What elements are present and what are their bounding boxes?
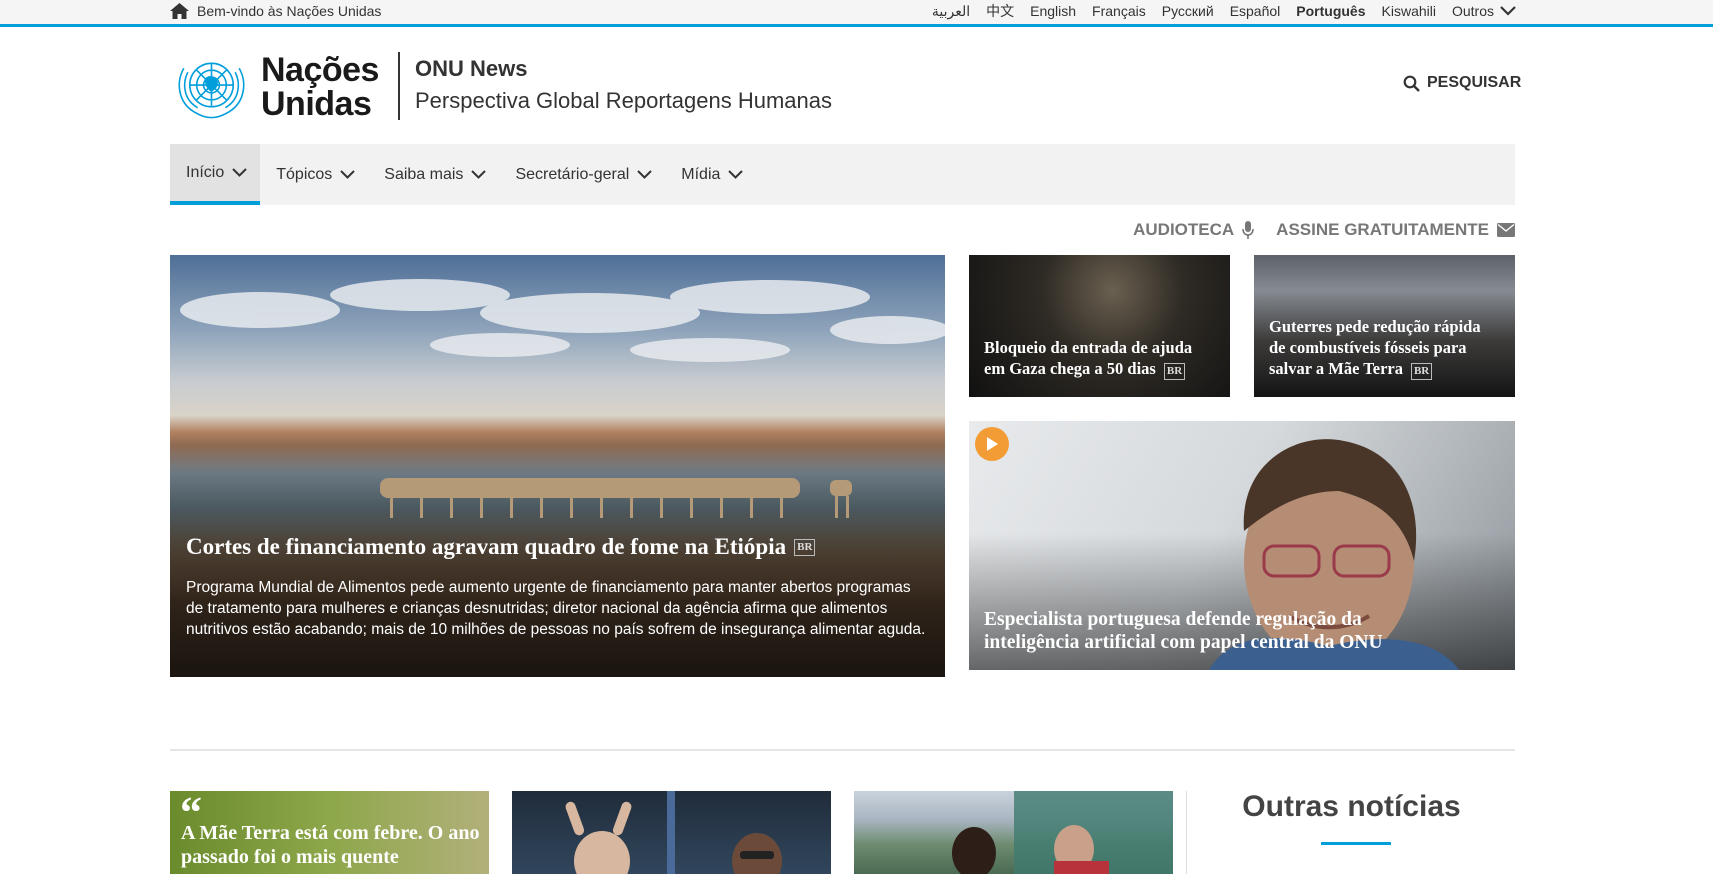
site-subtitle: Perspectiva Global Reportagens Humanas <box>415 88 833 113</box>
lang-spanish[interactable]: Español <box>1230 3 1281 19</box>
chevron-down-icon <box>728 170 744 179</box>
quote-card[interactable]: “ A Mãe Terra está com febre. O ano pass… <box>170 791 489 874</box>
lang-french[interactable]: Français <box>1092 3 1146 19</box>
org-name-line2: Unidas <box>261 85 372 123</box>
header-divider <box>398 52 400 120</box>
hero-image <box>180 279 945 362</box>
un-logo[interactable]: Nações Unidas <box>170 52 379 122</box>
story-card-guterres[interactable]: Guterres pede redução rápida de combustí… <box>1254 255 1515 397</box>
org-name: Nações Unidas <box>261 53 379 121</box>
hero-description: Programa Mundial de Alimentos pede aumen… <box>186 579 926 638</box>
nav-item-inicio[interactable]: Início <box>170 144 261 205</box>
chevron-down-icon <box>232 168 247 177</box>
audioteca-link[interactable]: AUDIOTECA <box>1133 220 1254 240</box>
lang-others-dropdown[interactable]: Outros <box>1452 3 1516 19</box>
lang-arabic[interactable]: العربية <box>932 3 970 20</box>
search-icon <box>1403 75 1420 92</box>
nav-item-label: Início <box>186 163 225 181</box>
story-card-who[interactable] <box>512 791 831 874</box>
nav-item-label: Mídia <box>681 165 721 183</box>
chevron-down-icon <box>637 170 652 179</box>
lang-russian[interactable]: Русский <box>1162 3 1214 19</box>
subscribe-label: ASSINE GRATUITAMENTE <box>1276 220 1489 239</box>
microphone-icon <box>1242 221 1254 239</box>
nav-item-topicos[interactable]: Tópicos <box>260 144 368 205</box>
story-card-specialist[interactable]: Especialista portuguesa defende regulaçã… <box>969 421 1515 670</box>
welcome-link[interactable]: Bem-vindo às Nações Unidas <box>170 0 381 22</box>
nav-item-label: Saiba mais <box>384 165 464 183</box>
home-icon <box>170 3 189 19</box>
story-image <box>952 791 1173 874</box>
envelope-icon <box>1497 223 1515 237</box>
search-button[interactable]: PESQUISAR <box>1403 74 1521 92</box>
nav-item-saiba-mais[interactable]: Saiba mais <box>368 144 499 205</box>
story-card-field[interactable] <box>854 791 1173 874</box>
br-badge: BR <box>1163 363 1186 380</box>
nav-item-label: Secretário-geral <box>515 165 630 183</box>
chevron-down-icon <box>1500 6 1516 16</box>
story-card-title: Especialista portuguesa defende regulaçã… <box>984 609 1383 653</box>
camels-silhouette <box>380 478 852 518</box>
story-card-title: Guterres pede redução rápida de combustí… <box>1269 316 1499 380</box>
nav-item-label: Tópicos <box>276 165 333 183</box>
story-image <box>565 791 782 874</box>
audioteca-label: AUDIOTECA <box>1133 220 1235 239</box>
section-divider <box>170 749 1515 751</box>
story-card-title-text: Bloqueio da entrada de ajuda em Gaza che… <box>984 338 1193 378</box>
chevron-down-icon <box>471 170 487 179</box>
lang-english[interactable]: English <box>1030 3 1076 19</box>
heading-underline <box>1321 842 1391 845</box>
language-switcher: العربية 中文 English Français Русский Espa… <box>916 0 1516 22</box>
story-card-gaza[interactable]: Bloqueio da entrada de ajuda em Gaza che… <box>969 255 1230 397</box>
top-utility-bar: Bem-vindo às Nações Unidas العربية 中文 En… <box>0 0 1713 27</box>
lang-chinese[interactable]: 中文 <box>986 1 1014 21</box>
column-separator <box>1186 791 1187 874</box>
org-name-line1: Nações <box>261 51 379 89</box>
lang-others-label: Outros <box>1451 3 1494 19</box>
nav-item-midia[interactable]: Mídia <box>665 144 756 205</box>
chevron-down-icon <box>340 170 355 179</box>
outras-noticias-heading: Outras notícias <box>1242 790 1461 823</box>
story-card-title: Bloqueio da entrada de ajuda em Gaza che… <box>984 337 1214 380</box>
main-nav: Início Tópicos Saiba mais Secretário-ger… <box>170 144 1515 205</box>
secondary-links: AUDIOTECA ASSINE GRATUITAMENTE <box>1111 220 1515 240</box>
quote-text: A Mãe Terra está com febre. O ano passad… <box>181 822 480 868</box>
subscribe-link[interactable]: ASSINE GRATUITAMENTE <box>1276 220 1515 240</box>
lang-portuguese[interactable]: Português <box>1296 3 1365 19</box>
play-icon <box>987 437 998 451</box>
play-button[interactable] <box>975 427 1009 461</box>
site-title[interactable]: ONU News <box>415 56 527 82</box>
hero-title-text: Cortes de financiamento agravam quadro d… <box>186 534 787 559</box>
hero-title[interactable]: Cortes de financiamento agravam quadro d… <box>186 534 816 560</box>
un-emblem-icon <box>178 62 245 119</box>
welcome-text: Bem-vindo às Nações Unidas <box>197 3 382 19</box>
br-badge: BR <box>794 538 816 556</box>
hero-story[interactable]: Cortes de financiamento agravam quadro d… <box>170 255 945 677</box>
br-badge: BR <box>1410 363 1433 380</box>
nav-item-secretario-geral[interactable]: Secretário-geral <box>499 144 665 205</box>
story-card-title-text: Guterres pede redução rápida de combustí… <box>1269 317 1481 378</box>
lang-kiswahili[interactable]: Kiswahili <box>1382 3 1436 19</box>
search-label: PESQUISAR <box>1427 74 1522 91</box>
